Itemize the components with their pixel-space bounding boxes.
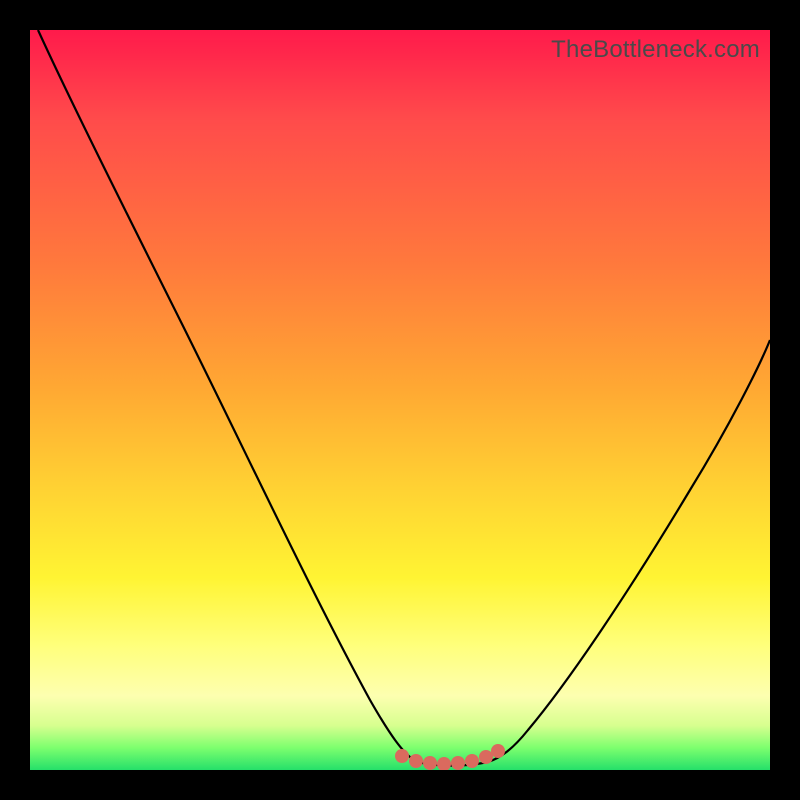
chart-frame: TheBottleneck.com [0,0,800,800]
valley-markers [395,744,505,770]
curve-layer [30,30,770,770]
bottleneck-curve [38,30,770,766]
plot-area: TheBottleneck.com [30,30,770,770]
